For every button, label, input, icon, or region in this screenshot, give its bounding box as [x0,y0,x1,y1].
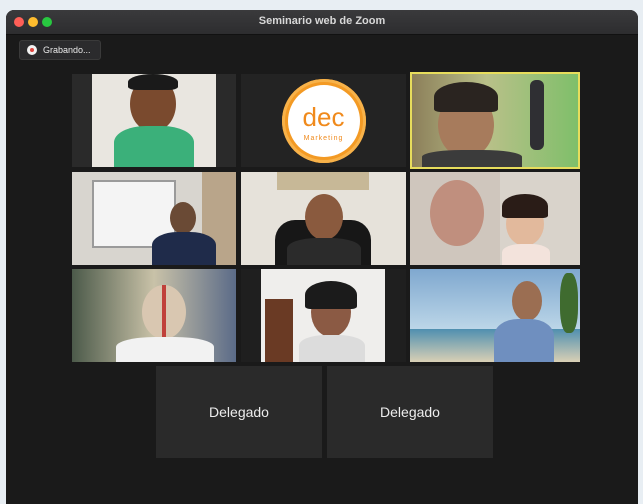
participant-hair [128,74,178,90]
participant-face [512,281,542,321]
recording-indicator[interactable]: Grabando... [19,40,101,60]
video-tile-4[interactable] [72,172,236,265]
video-tile-5[interactable] [241,172,406,265]
delegate-tile-2[interactable]: Delegado [327,366,493,458]
window-title: Seminario web de Zoom [258,15,386,27]
video-feed-1 [92,74,216,167]
wall-picture [277,172,369,190]
adult-face [430,180,484,246]
video-tile-1[interactable] [72,74,236,167]
palm-tree [560,273,578,333]
participant-hair [434,82,498,112]
participant-face [305,194,343,240]
logo-subtext: Marketing [303,134,344,142]
video-tile-7[interactable] [72,269,236,362]
logo-text: dec [302,101,345,132]
participant-face [170,202,196,234]
participant-shirt [422,150,522,167]
delegate-name-label: Delegado [380,404,440,420]
recording-label: Grabando... [43,45,91,55]
participant-hair [305,281,357,309]
delegate-tile-1[interactable]: Delegado [156,366,322,458]
participant-shirt [116,337,214,362]
participant-shirt [114,126,194,167]
video-tile-2[interactable]: dec Marketing [241,74,406,167]
participant-shirt [287,238,361,265]
participant-shirt [152,232,216,265]
title-bar[interactable]: Seminario web de Zoom [6,10,638,35]
sky [410,269,580,329]
dec-marketing-logo: dec Marketing [281,78,366,163]
video-tile-6[interactable] [410,172,580,265]
child-shirt [502,244,550,265]
logo-inner: dec Marketing [287,84,360,157]
background-object [530,80,544,150]
video-feed-8 [261,269,385,362]
video-tile-9[interactable] [410,269,580,362]
face-paint [162,285,166,339]
delegate-name-label: Delegado [209,404,269,420]
video-tile-3-active-speaker[interactable] [410,72,580,169]
participant-shirt [494,319,554,362]
video-tile-8[interactable] [241,269,406,362]
zoom-window: Seminario web de Zoom Grabando... dec Ma… [6,10,638,504]
participant-shirt [299,335,365,362]
record-icon [27,45,37,55]
child-hair [502,194,548,218]
video-feed-3 [412,74,578,167]
door [265,299,293,362]
